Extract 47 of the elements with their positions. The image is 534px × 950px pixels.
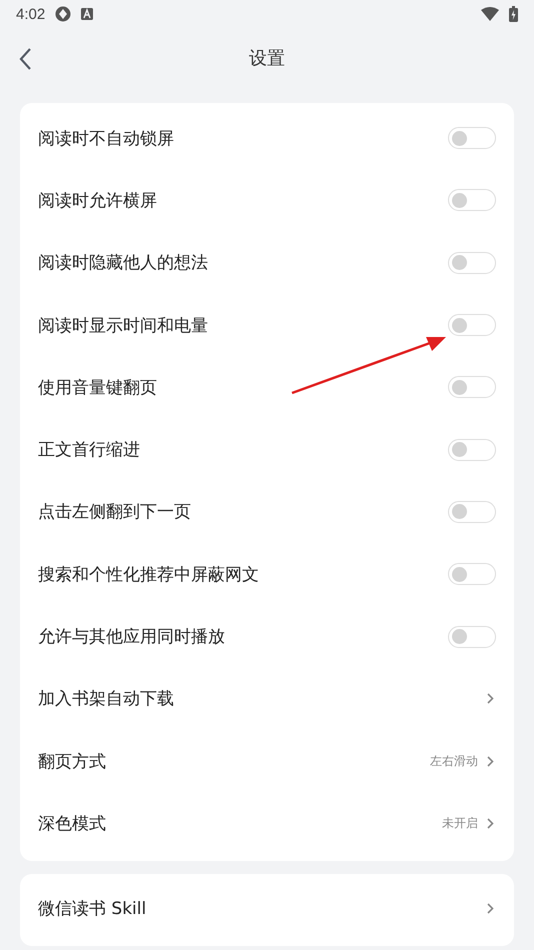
setting-label: 阅读时不自动锁屏: [38, 128, 175, 150]
setting-value: 未开启: [442, 814, 478, 832]
toggle-switch[interactable]: [448, 127, 496, 150]
toggle-row[interactable]: 使用音量键翻页: [38, 356, 496, 418]
toggle-switch[interactable]: [448, 376, 496, 398]
setting-label: 阅读时显示时间和电量: [38, 314, 209, 337]
setting-label: 加入书架自动下载: [38, 688, 175, 710]
toggle-row[interactable]: 点击左侧翻到下一页: [38, 480, 496, 544]
toggle-switch[interactable]: [448, 438, 496, 461]
status-time: 4:02: [16, 6, 46, 22]
toggle-row[interactable]: 阅读时不自动锁屏: [38, 107, 496, 170]
settings-row[interactable]: 加入书架自动下载: [38, 668, 496, 730]
toggle-switch[interactable]: [448, 500, 496, 523]
setting-label: 点击左侧翻到下一页: [38, 501, 192, 524]
toggle-row[interactable]: 允许与其他应用同时播放: [38, 605, 496, 668]
chevron-right-icon: [487, 693, 494, 704]
toggle-switch[interactable]: [448, 252, 496, 274]
setting-label: 搜索和个性化推荐中屏蔽网文: [38, 564, 260, 586]
setting-label: 阅读时允许横屏: [38, 190, 158, 212]
setting-label: 使用音量键翻页: [38, 376, 158, 399]
toggle-row[interactable]: 搜索和个性化推荐中屏蔽网文: [38, 543, 496, 606]
page-title: 设置: [249, 47, 285, 70]
setting-label: 翻页方式: [38, 750, 107, 773]
setting-label: 正文首行缩进: [38, 439, 141, 462]
chevron-right-icon: [487, 818, 494, 829]
toggle-switch[interactable]: [448, 626, 496, 648]
battery-charging-icon: [509, 6, 518, 22]
toggle-row[interactable]: 阅读时显示时间和电量: [38, 294, 496, 356]
setting-value: 左右滑动: [430, 752, 478, 770]
setting-label: 深色模式: [38, 812, 107, 835]
setting-label: 允许与其他应用同时播放: [38, 626, 226, 648]
toggle-row[interactable]: 正文首行缩进: [38, 418, 496, 481]
app-notification-icon: [55, 6, 72, 22]
setting-label: 微信读书 Skill: [38, 898, 148, 920]
wifi-icon: [481, 7, 499, 21]
toggle-row[interactable]: 阅读时允许横屏: [38, 169, 496, 232]
settings-row[interactable]: 翻页方式 左右滑动: [38, 730, 496, 792]
chevron-right-icon: [487, 756, 494, 767]
keyboard-notification-icon: [81, 8, 94, 20]
toggle-switch[interactable]: [448, 563, 496, 586]
setting-label: 阅读时隐藏他人的想法: [38, 252, 209, 274]
settings-row[interactable]: 深色模式 未开启: [38, 792, 496, 855]
toggle-switch[interactable]: [448, 189, 496, 212]
toggle-row[interactable]: 阅读时隐藏他人的想法: [38, 232, 496, 294]
chevron-right-icon: [487, 903, 494, 914]
toggle-switch[interactable]: [448, 314, 496, 336]
settings-row[interactable]: 微信读书 Skill: [38, 878, 496, 940]
